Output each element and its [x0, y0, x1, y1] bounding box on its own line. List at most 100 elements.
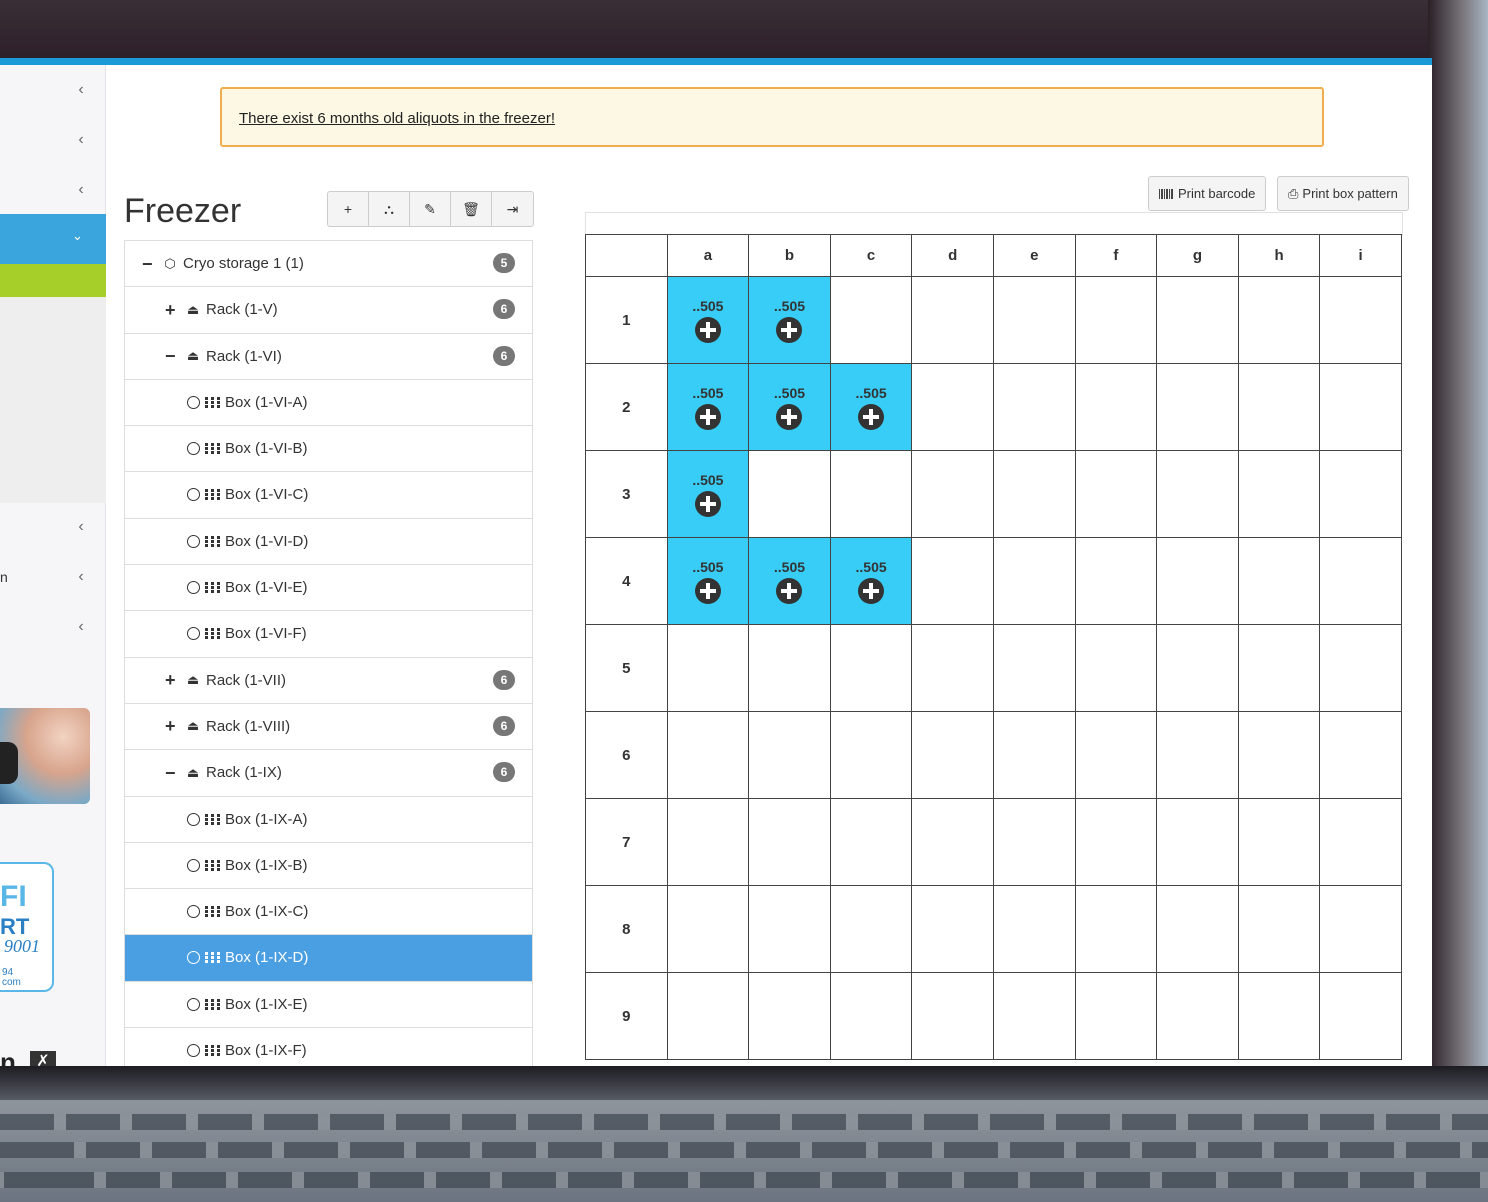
grid-cell-empty[interactable]	[748, 798, 831, 886]
tree-box-item[interactable]: Box (1-VI-C)	[125, 472, 532, 519]
expand-icon[interactable]: +	[165, 301, 179, 319]
grid-cell-empty[interactable]	[911, 624, 994, 712]
grid-cell-empty[interactable]	[829, 450, 913, 538]
grid-cell-empty[interactable]	[748, 885, 831, 973]
grid-cell-empty[interactable]	[911, 711, 994, 799]
tree-box-item[interactable]: Box (1-VI-B)	[125, 426, 532, 473]
grid-cell-empty[interactable]	[1156, 972, 1239, 1060]
grid-cell-empty[interactable]	[1237, 972, 1321, 1060]
grid-cell-filled[interactable]: ..505	[748, 363, 831, 451]
tree-box-item[interactable]: Box (1-IX-B)	[125, 843, 532, 890]
grid-cell-empty[interactable]	[748, 450, 831, 538]
pencil-button[interactable]: ✎	[410, 192, 451, 226]
alert-link[interactable]: There exist 6 months old aliquots in the…	[239, 110, 555, 127]
grid-cell-empty[interactable]	[1237, 798, 1321, 886]
grid-cell-empty[interactable]	[992, 711, 1076, 799]
plus-circle-icon[interactable]	[858, 403, 885, 430]
chevron-left-icon[interactable]: ‹	[74, 618, 88, 636]
tree-box-item[interactable]: Box (1-VI-E)	[125, 565, 532, 612]
grid-cell-empty[interactable]	[1156, 624, 1239, 712]
grid-cell-filled[interactable]: ..505	[666, 363, 750, 451]
radio-icon[interactable]	[187, 858, 200, 872]
plus-circle-icon[interactable]	[776, 403, 803, 430]
grid-cell-empty[interactable]	[1319, 450, 1402, 538]
plus-circle-icon[interactable]	[776, 577, 803, 604]
radio-icon[interactable]	[187, 905, 200, 919]
sidebar-subitem-active[interactable]	[0, 264, 106, 297]
grid-cell-empty[interactable]	[1156, 537, 1239, 625]
grid-cell-empty[interactable]	[1319, 972, 1402, 1060]
grid-cell-empty[interactable]	[1156, 363, 1239, 451]
grid-cell-empty[interactable]	[1319, 798, 1402, 886]
grid-cell-empty[interactable]	[666, 624, 750, 712]
grid-cell-empty[interactable]	[748, 624, 831, 712]
grid-cell-empty[interactable]	[829, 972, 913, 1060]
chevron-left-icon[interactable]: ‹	[74, 518, 88, 536]
grid-cell-empty[interactable]	[1237, 276, 1321, 364]
tree-rack-item[interactable]: + ⏏ Rack (1-V) 6	[125, 287, 532, 334]
grid-cell-empty[interactable]	[1074, 537, 1158, 625]
grid-cell-empty[interactable]	[992, 363, 1076, 451]
grid-cell-empty[interactable]	[992, 537, 1076, 625]
plus-circle-icon[interactable]	[694, 577, 721, 604]
grid-cell-empty[interactable]	[1074, 363, 1158, 451]
grid-cell-empty[interactable]	[1237, 450, 1321, 538]
grid-cell-empty[interactable]	[1237, 711, 1321, 799]
grid-cell-empty[interactable]	[829, 711, 913, 799]
radio-icon[interactable]	[187, 627, 200, 641]
grid-cell-empty[interactable]	[1319, 537, 1402, 625]
grid-cell-empty[interactable]	[666, 885, 750, 973]
radio-icon[interactable]	[187, 1044, 200, 1058]
tree-rack-item[interactable]: + ⏏ Rack (1-VIII) 6	[125, 704, 532, 751]
sign-in-button[interactable]: ⇥	[492, 192, 533, 226]
grid-cell-empty[interactable]	[1156, 798, 1239, 886]
plus-circle-icon[interactable]	[776, 316, 803, 343]
grid-cell-empty[interactable]	[1237, 624, 1321, 712]
grid-cell-empty[interactable]	[1074, 711, 1158, 799]
grid-cell-empty[interactable]	[829, 624, 913, 712]
plus-circle-icon[interactable]	[694, 403, 721, 430]
grid-cell-filled[interactable]: ..505	[829, 537, 913, 625]
tree-storage-item[interactable]: − ⬡ Cryo storage 1 (1) 5	[125, 241, 532, 288]
grid-cell-empty[interactable]	[911, 450, 994, 538]
radio-icon[interactable]	[187, 442, 200, 456]
tree-box-item[interactable]: Box (1-IX-E)	[125, 982, 532, 1029]
grid-cell-empty[interactable]	[1074, 972, 1158, 1060]
grid-cell-empty[interactable]	[992, 885, 1076, 973]
grid-cell-empty[interactable]	[666, 798, 750, 886]
tree-box-item[interactable]: Box (1-IX-C)	[125, 889, 532, 936]
expand-icon[interactable]: +	[165, 717, 179, 735]
radio-icon[interactable]	[187, 581, 200, 595]
grid-cell-filled[interactable]: ..505	[829, 363, 913, 451]
grid-cell-empty[interactable]	[1156, 885, 1239, 973]
grid-cell-empty[interactable]	[992, 624, 1076, 712]
grid-cell-empty[interactable]	[1156, 450, 1239, 538]
grid-cell-empty[interactable]	[829, 885, 913, 973]
collapse-icon[interactable]: −	[142, 255, 156, 273]
plus-circle-icon[interactable]	[694, 490, 721, 517]
trash-button[interactable]: 🗑	[451, 192, 492, 226]
radio-icon[interactable]	[187, 812, 200, 826]
collapse-icon[interactable]: −	[165, 764, 179, 782]
grid-cell-empty[interactable]	[1237, 363, 1321, 451]
grid-cell-empty[interactable]	[829, 798, 913, 886]
grid-cell-filled[interactable]: ..505	[748, 276, 831, 364]
plus-circle-icon[interactable]	[858, 577, 885, 604]
grid-cell-empty[interactable]	[1074, 885, 1158, 973]
tree-box-item[interactable]: Box (1-VI-F)	[125, 611, 532, 658]
grid-cell-empty[interactable]	[911, 537, 994, 625]
grid-cell-empty[interactable]	[1237, 885, 1321, 973]
grid-cell-filled[interactable]: ..505	[748, 537, 831, 625]
grid-cell-empty[interactable]	[829, 276, 913, 364]
grid-cell-empty[interactable]	[992, 798, 1076, 886]
radio-icon[interactable]	[187, 997, 200, 1011]
sitemap-button[interactable]: ⛬	[369, 192, 410, 226]
grid-cell-empty[interactable]	[911, 972, 994, 1060]
print-barcode-button[interactable]: Print barcode	[1148, 176, 1267, 211]
grid-cell-empty[interactable]	[1237, 537, 1321, 625]
grid-cell-empty[interactable]	[1156, 711, 1239, 799]
radio-icon[interactable]	[187, 534, 200, 548]
grid-cell-empty[interactable]	[1074, 276, 1158, 364]
tree-rack-item[interactable]: − ⏏ Rack (1-VI) 6	[125, 334, 532, 380]
grid-cell-empty[interactable]	[1074, 624, 1158, 712]
